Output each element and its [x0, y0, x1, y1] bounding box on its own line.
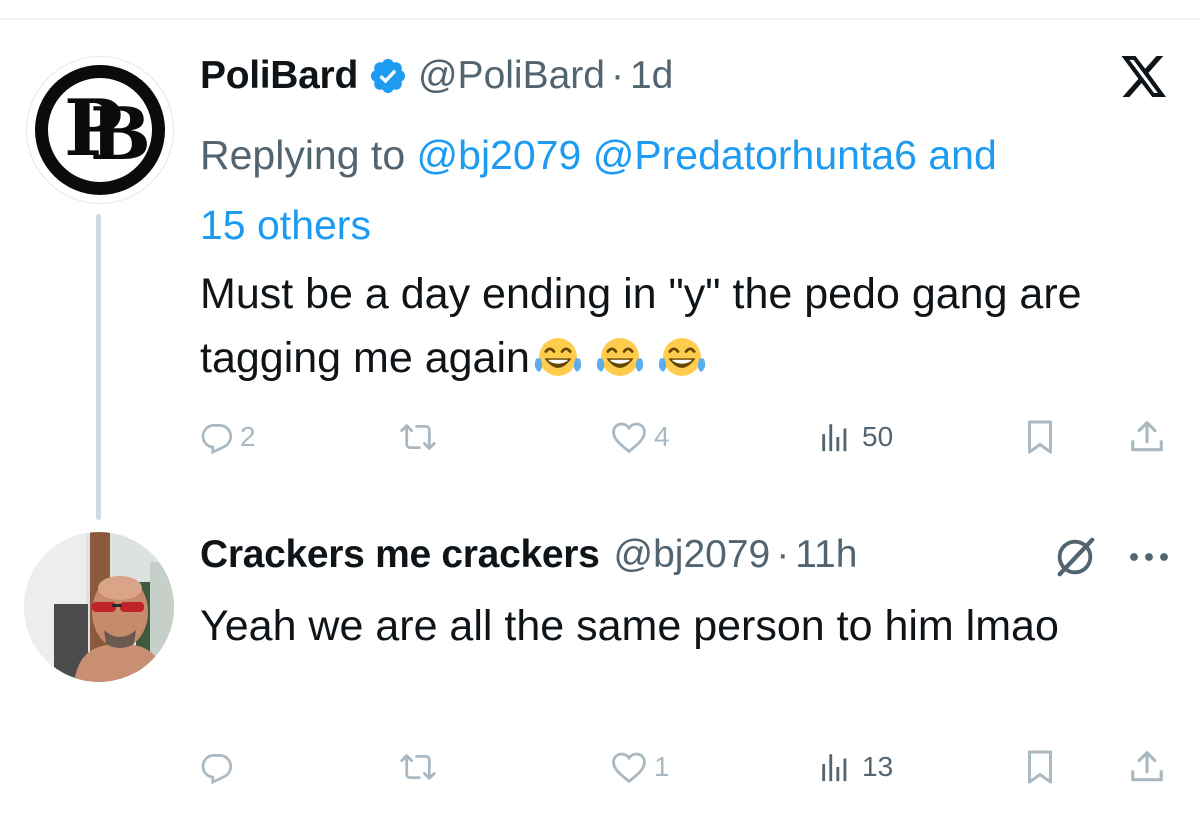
avatar[interactable]: P B [26, 56, 174, 204]
like-count: 1 [654, 751, 670, 782]
share-button[interactable] [1128, 412, 1166, 462]
more-icon[interactable] [1126, 542, 1172, 572]
timestamp[interactable]: 1d [630, 54, 673, 98]
reply-button[interactable] [200, 742, 240, 792]
joy-emoji [658, 338, 706, 376]
handle[interactable]: @PoliBard [418, 54, 605, 98]
separator-dot: · [776, 533, 790, 576]
mention-conjunction[interactable]: and [928, 132, 996, 178]
tweet-text: Yeah we are all the same person to him l… [200, 602, 1059, 650]
replying-to-label: Replying to [200, 132, 406, 178]
pb-logo: P B [48, 78, 152, 182]
bookmark-button[interactable] [1024, 412, 1056, 462]
views-count: 13 [862, 751, 894, 782]
reply-button[interactable]: 2 [200, 412, 256, 462]
joy-emoji [534, 338, 582, 376]
emoji-group [530, 334, 716, 382]
share-icon [1131, 421, 1163, 452]
verified-badge-icon [370, 58, 406, 94]
thread-connector [96, 214, 101, 520]
views-count: 50 [862, 421, 894, 452]
share-button[interactable] [1128, 742, 1166, 792]
views-button[interactable]: 13 [818, 742, 893, 792]
joy-emoji [596, 338, 644, 376]
timestamp[interactable]: 11h [795, 533, 857, 577]
bookmark-icon [1028, 750, 1052, 784]
bookmark-icon [1028, 420, 1052, 454]
mention-link[interactable]: @Predatorhunta6 [593, 132, 917, 178]
views-icon [822, 424, 847, 452]
replying-to: Replying to @bj2079 @Predatorhunta6 and … [200, 120, 1190, 260]
reply-icon [201, 424, 233, 454]
bookmark-button[interactable] [1024, 742, 1056, 792]
repost-button[interactable] [398, 742, 444, 792]
action-bar: 1 13 [200, 742, 1180, 792]
reply-icon [201, 754, 233, 784]
like-button[interactable]: 1 [610, 742, 670, 792]
repost-icon [400, 424, 436, 450]
tweet-header: Crackers me crackers @bj2079 · 11h [200, 528, 857, 582]
mention-link[interactable]: @bj2079 [417, 132, 582, 178]
like-icon [612, 752, 646, 784]
grok-icon[interactable] [1052, 534, 1098, 580]
action-bar: 2 4 50 [200, 412, 1180, 462]
repost-button[interactable] [398, 412, 444, 462]
share-icon [1131, 751, 1163, 782]
handle[interactable]: @bj2079 [614, 533, 771, 577]
display-name[interactable]: PoliBard [200, 54, 358, 98]
separator-dot: · [610, 54, 624, 97]
views-icon [822, 754, 847, 782]
tweet-text: Must be a day ending in "y" the pedo gan… [200, 262, 1180, 390]
top-divider [0, 18, 1200, 20]
x-logo-icon [1121, 56, 1166, 97]
display-name[interactable]: Crackers me crackers [200, 533, 600, 577]
like-button[interactable]: 4 [610, 412, 670, 462]
profile-photo [24, 532, 174, 682]
like-icon [612, 422, 646, 454]
views-button[interactable]: 50 [818, 412, 893, 462]
reply-count: 2 [240, 421, 256, 452]
others-link[interactable]: 15 others [200, 202, 371, 248]
avatar[interactable] [24, 532, 174, 682]
repost-icon [400, 754, 436, 780]
like-count: 4 [654, 421, 670, 452]
tweet-header: PoliBard @PoliBard · 1d [200, 50, 673, 102]
